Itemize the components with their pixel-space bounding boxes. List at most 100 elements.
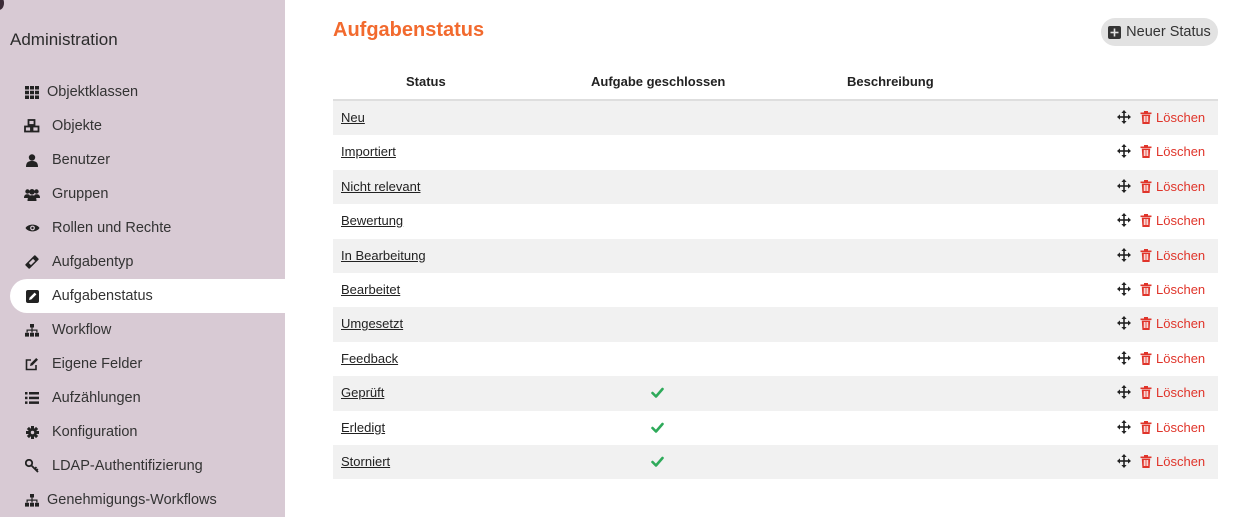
delete-label: Löschen (1156, 419, 1206, 435)
edit-square-icon (24, 288, 40, 304)
sidebar-item-label: Gruppen (52, 186, 109, 202)
trash-icon (1140, 214, 1152, 228)
sidebar-item-label: Workflow (52, 322, 112, 338)
page-title: Aufgabenstatus (333, 19, 485, 41)
delete-button[interactable]: Löschen (1140, 454, 1205, 469)
delete-button[interactable]: Löschen (1140, 385, 1205, 400)
sidebar-item-aufgabenstatus[interactable]: Aufgabenstatus (10, 279, 285, 313)
sidebar-item-aufgabentyp[interactable]: Aufgabentyp (10, 245, 285, 279)
sidebar-item-label: Objektklassen (47, 84, 139, 100)
status-name-link[interactable]: Importiert (341, 144, 396, 159)
table-row: Bewertung Löschen (333, 204, 1218, 238)
table-row: Bearbeitet Löschen (333, 273, 1218, 307)
delete-label: Löschen (1156, 453, 1206, 469)
delete-button[interactable]: Löschen (1140, 316, 1205, 331)
sidebar-item-konfiguration[interactable]: Konfiguration (10, 415, 285, 449)
sidebar-item-label: Rollen und Rechte (52, 220, 172, 236)
sidebar-item-label: Eigene Felder (52, 356, 143, 372)
sidebar-item-label: Objekte (52, 118, 102, 134)
status-name-link[interactable]: Bewertung (341, 213, 403, 228)
trash-icon (1140, 454, 1152, 468)
delete-label: Löschen (1156, 178, 1206, 194)
status-name-link[interactable]: Nicht relevant (341, 179, 420, 194)
sidebar-item-label: Konfiguration (52, 424, 138, 440)
move-icon[interactable] (1117, 110, 1131, 124)
trash-icon (1140, 351, 1152, 365)
move-icon[interactable] (1117, 316, 1131, 331)
new-status-button[interactable]: Neuer Status (1101, 18, 1218, 46)
delete-button[interactable]: Löschen (1140, 282, 1205, 297)
sidebar-item-ldap-authentifizierung[interactable]: LDAP-Authentifizierung (10, 449, 285, 483)
delete-button[interactable]: Löschen (1140, 179, 1205, 194)
check-icon (651, 386, 664, 399)
status-name-link[interactable]: In Bearbeitung (341, 248, 426, 263)
sidebar-nav: Objektklassen Objekte Benutzer Gruppen R… (10, 75, 285, 517)
trash-icon (1140, 248, 1152, 262)
status-name-link[interactable]: Bearbeitet (341, 282, 400, 297)
user-icon (24, 152, 40, 168)
sidebar-item-workflow[interactable]: Workflow (10, 313, 285, 347)
move-icon[interactable] (1117, 419, 1131, 434)
sidebar-item-eigene-felder[interactable]: Eigene Felder (10, 347, 285, 381)
status-name-link[interactable]: Umgesetzt (341, 316, 403, 331)
status-name-link[interactable]: Storniert (341, 454, 390, 469)
delete-button[interactable]: Löschen (1140, 213, 1205, 228)
delete-button[interactable]: Löschen (1140, 110, 1205, 125)
table-row: Erledigt Löschen (333, 411, 1218, 445)
delete-label: Löschen (1156, 316, 1206, 332)
plus-square-icon (1108, 25, 1122, 39)
sidebar-item-objektklassen[interactable]: Objektklassen (10, 75, 285, 109)
delete-button[interactable]: Löschen (1140, 351, 1205, 366)
status-name-link[interactable]: Neu (341, 110, 365, 125)
delete-label: Löschen (1156, 144, 1206, 160)
table-row: Geprüft Löschen (333, 376, 1218, 411)
move-icon[interactable] (1117, 178, 1131, 193)
trash-icon (1140, 386, 1152, 400)
delete-label: Löschen (1156, 110, 1206, 125)
delete-label: Löschen (1156, 247, 1206, 263)
move-icon[interactable] (1117, 144, 1131, 159)
delete-button[interactable]: Löschen (1140, 420, 1205, 435)
sidebar-item-label: Aufzählungen (52, 390, 141, 406)
ticket-icon (24, 254, 40, 270)
move-icon[interactable] (1117, 213, 1131, 228)
grid-icon (24, 84, 40, 100)
list-icon (24, 390, 40, 406)
sidebar-title: Administration (10, 30, 118, 49)
sitemap-icon (24, 492, 40, 508)
move-icon[interactable] (1117, 350, 1131, 365)
move-icon[interactable] (1117, 453, 1131, 468)
status-name-link[interactable]: Geprüft (341, 385, 384, 400)
table-row: Storniert Löschen (333, 444, 1218, 480)
sidebar-item-benutzer[interactable]: Benutzer (10, 143, 285, 177)
header-aufgabe-geschlossen: Aufgabe geschlossen (591, 74, 726, 89)
trash-icon (1140, 111, 1152, 124)
move-icon[interactable] (1117, 281, 1131, 296)
move-icon[interactable] (1117, 385, 1131, 400)
new-status-label: Neuer Status (1126, 24, 1211, 40)
sidebar-item-objekte[interactable]: Objekte (10, 109, 285, 143)
delete-button[interactable]: Löschen (1140, 144, 1205, 159)
eye-icon (24, 220, 40, 236)
sidebar-item-gruppen[interactable]: Gruppen (10, 177, 285, 211)
status-table-body: Neu Löschen Importiert Löschen Nicht relevan… (333, 101, 1218, 480)
table-row: Umgesetzt Löschen (333, 307, 1218, 342)
status-name-link[interactable]: Erledigt (341, 420, 385, 435)
trash-icon (1140, 145, 1152, 159)
delete-label: Löschen (1156, 281, 1206, 297)
delete-label: Löschen (1156, 350, 1206, 366)
sidebar-item-rollen-und-rechte[interactable]: Rollen und Rechte (10, 211, 285, 245)
check-icon (651, 421, 664, 434)
sidebar-item-label: Aufgabentyp (52, 254, 134, 270)
move-icon[interactable] (1117, 247, 1131, 262)
delete-label: Löschen (1156, 385, 1206, 401)
sidebar-item-label: Benutzer (52, 152, 111, 168)
trash-icon (1140, 179, 1152, 193)
status-name-link[interactable]: Feedback (341, 351, 398, 366)
sidebar-item-label: Aufgabenstatus (52, 288, 153, 304)
delete-button[interactable]: Löschen (1140, 248, 1205, 263)
pen-square-icon (24, 356, 40, 372)
sidebar-item-genehmigungs-workflows[interactable]: Genehmigungs-Workflows (10, 483, 285, 517)
table-header: Status Aufgabe geschlossen Beschreibung (333, 64, 1218, 101)
sidebar-item-aufzaehlungen[interactable]: Aufzählungen (10, 381, 285, 415)
